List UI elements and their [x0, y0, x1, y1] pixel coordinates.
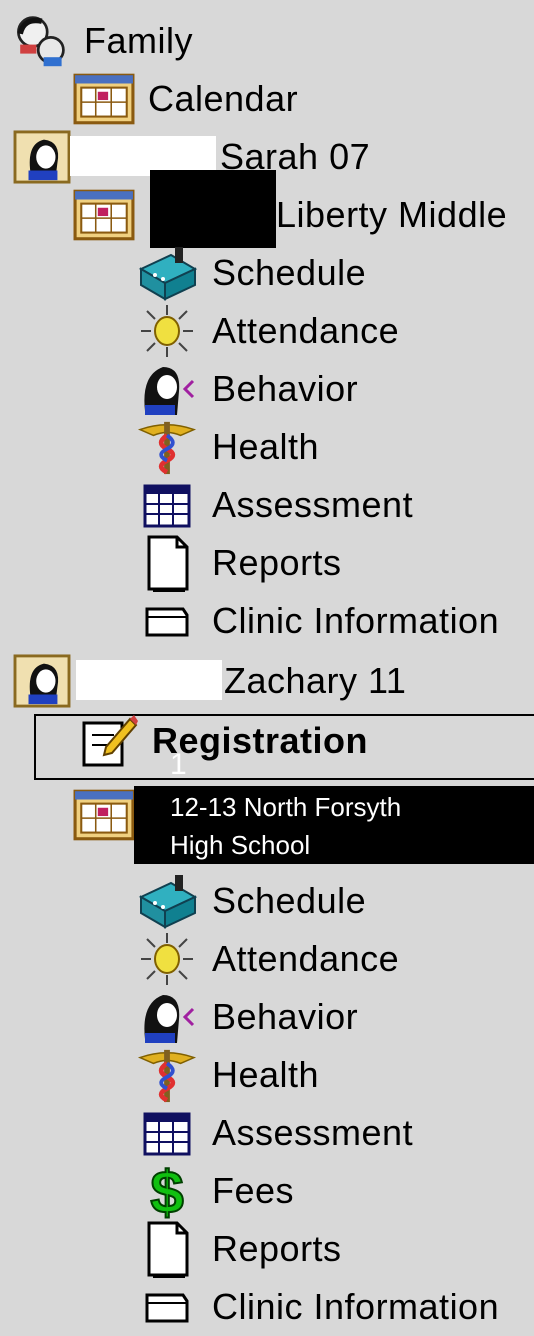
fees-icon: [134, 1165, 200, 1217]
tree-item-label: Attendance: [212, 938, 400, 979]
clinic-icon: [134, 595, 200, 647]
registration-icon: [76, 715, 140, 767]
student-name: Zachary 11: [224, 660, 407, 701]
tree-item-assessment[interactable]: Assessment: [134, 476, 413, 534]
attendance-icon: [134, 305, 200, 357]
school-name: Liberty Middle: [276, 194, 508, 235]
tree-item-label: Attendance: [212, 310, 400, 351]
tree-item-label: Assessment: [212, 484, 414, 525]
tree-item-registration[interactable]: Registration: [76, 712, 368, 770]
schedule-icon: [134, 247, 200, 299]
tree-item-reports[interactable]: Reports: [134, 1220, 342, 1278]
assessment-icon: [134, 1107, 200, 1159]
redaction-block: [76, 660, 222, 700]
tree-item-label: Fees: [212, 1170, 295, 1211]
tree-item-health[interactable]: Health: [134, 418, 319, 476]
tree-item-label: Health: [212, 426, 320, 467]
calendar-icon: [72, 189, 136, 241]
tree-item-health[interactable]: Health: [134, 1046, 319, 1104]
tree-item-label: Family: [84, 20, 193, 61]
redaction-block: [150, 170, 276, 248]
tree-item-attendance[interactable]: Attendance: [134, 930, 399, 988]
family-icon: [8, 15, 72, 67]
calendar-icon: [72, 789, 136, 841]
schedule-icon: [134, 875, 200, 927]
tree-item-calendar[interactable]: Calendar: [72, 70, 298, 128]
tooltip-ghost-text: 1: [170, 748, 187, 781]
tree-item-label: Clinic Information: [212, 600, 500, 641]
tooltip: 12-13 North Forsyth High School: [134, 786, 534, 864]
calendar-icon: [72, 73, 136, 125]
assessment-icon: [134, 479, 200, 531]
tree-item-label: Behavior: [212, 996, 359, 1037]
tree-item-label: Clinic Information: [212, 1286, 500, 1327]
tree-item-assessment[interactable]: Assessment: [134, 1104, 413, 1162]
tree-item-label: Reports: [212, 1228, 342, 1269]
tooltip-line-1: 12-13 North Forsyth: [170, 792, 402, 822]
tree-item-reports[interactable]: Reports: [134, 534, 342, 592]
reports-icon: [134, 537, 200, 589]
tree-item-label: Schedule: [212, 880, 367, 921]
tree-item-fees[interactable]: Fees: [134, 1162, 294, 1220]
behavior-icon: [134, 991, 200, 1043]
tooltip-line-2: High School: [170, 830, 311, 860]
tree-item-school-2[interactable]: [72, 786, 140, 844]
tree-item-schedule[interactable]: Schedule: [134, 244, 366, 302]
tree-item-schedule[interactable]: Schedule: [134, 872, 366, 930]
attendance-icon: [134, 933, 200, 985]
health-icon: [134, 1049, 200, 1101]
tree-item-label: Schedule: [212, 252, 367, 293]
reports-icon: [134, 1223, 200, 1275]
tree-item-behavior[interactable]: Behavior: [134, 360, 358, 418]
tree-item-label: Behavior: [212, 368, 359, 409]
tree-item-family[interactable]: Family: [8, 12, 193, 70]
student-icon: [12, 131, 72, 183]
tree-item-school-1[interactable]: Liberty Middle: [72, 186, 507, 244]
clinic-icon: [134, 1281, 200, 1333]
tree-item-clinic-information[interactable]: Clinic Information: [134, 592, 499, 650]
behavior-icon: [134, 363, 200, 415]
health-icon: [134, 421, 200, 473]
tree-item-clinic-information[interactable]: Clinic Information: [134, 1278, 499, 1336]
tree-item-label: Calendar: [148, 78, 299, 119]
tree-item-label: Assessment: [212, 1112, 414, 1153]
tree-item-label: Reports: [212, 542, 342, 583]
tree-item-behavior[interactable]: Behavior: [134, 988, 358, 1046]
tree-item-attendance[interactable]: Attendance: [134, 302, 399, 360]
tree-item-label: Health: [212, 1054, 320, 1095]
student-icon: [12, 655, 72, 707]
